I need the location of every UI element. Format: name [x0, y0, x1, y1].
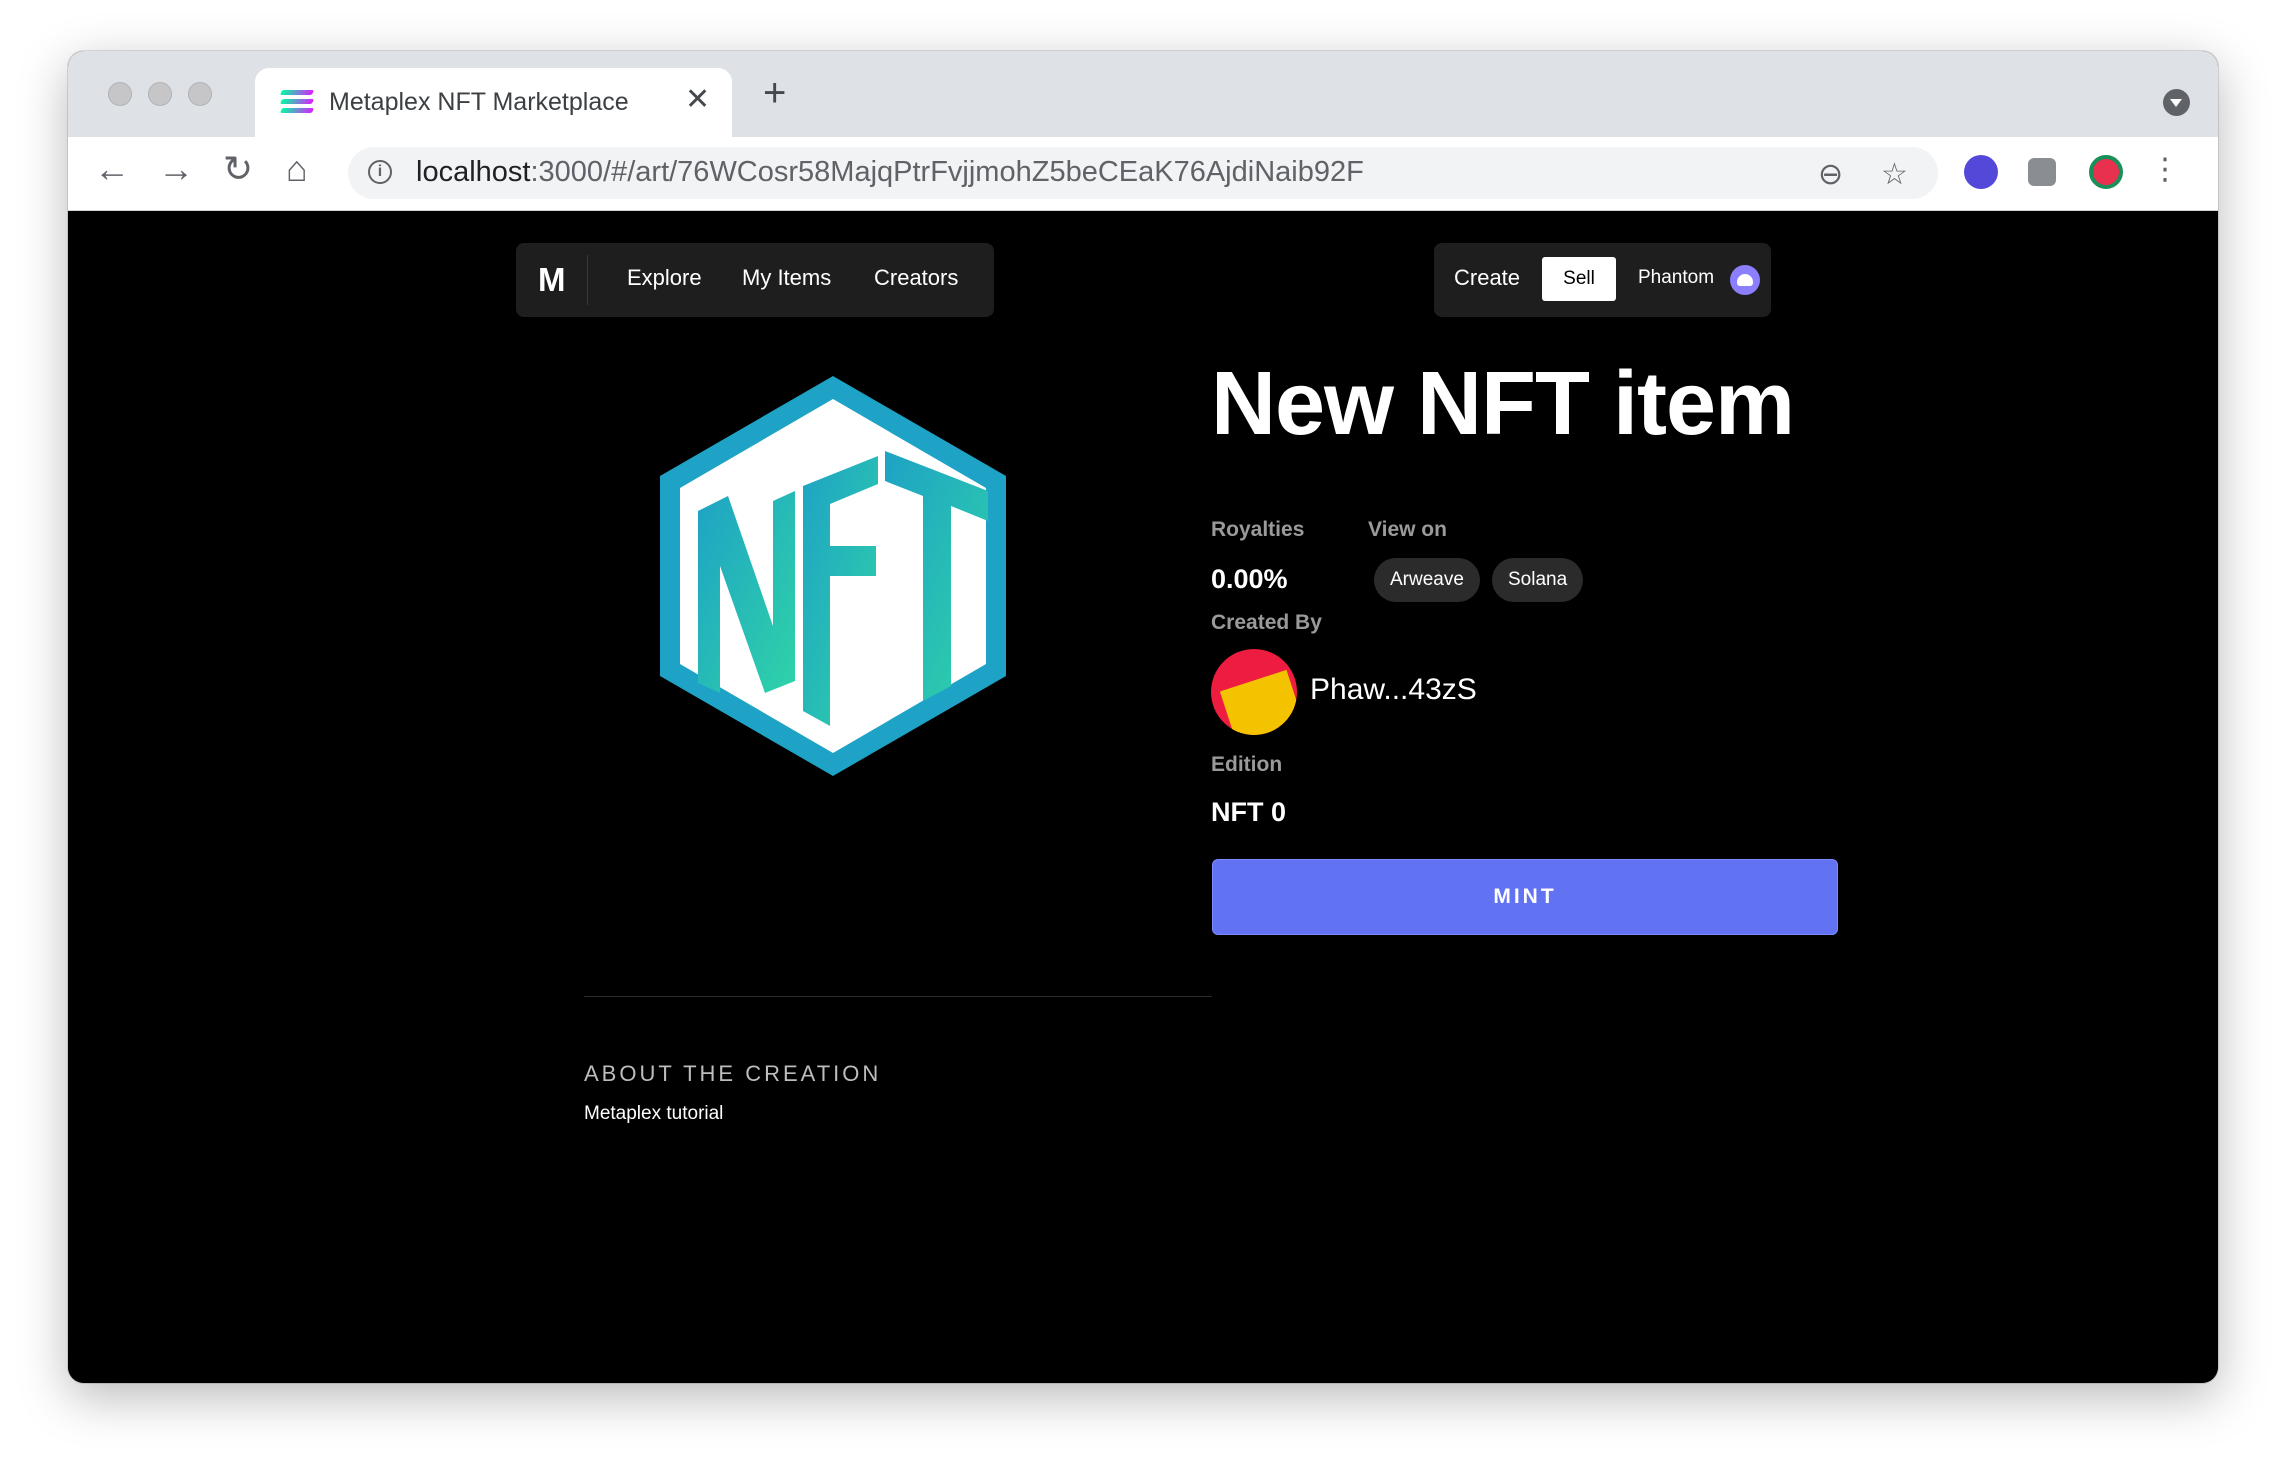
tab-strip: Metaplex NFT Marketplace ✕ +: [68, 51, 2218, 137]
create-button[interactable]: Create: [1454, 265, 1520, 291]
phantom-extension-icon[interactable]: [1964, 155, 1998, 189]
main-nav: M Explore My Items Creators: [516, 243, 994, 317]
home-button[interactable]: ⌂: [286, 151, 308, 187]
about-description: Metaplex tutorial: [584, 1103, 724, 1124]
tab-close-icon[interactable]: ✕: [685, 82, 710, 117]
address-bar[interactable]: i localhost:3000/#/art/76WCosr58MajqPtrF…: [348, 147, 1938, 199]
back-button[interactable]: ←: [94, 151, 130, 187]
solana-link[interactable]: Solana: [1492, 558, 1584, 602]
metaplex-logo[interactable]: M: [538, 261, 566, 299]
creator-address[interactable]: Phaw...43zS: [1310, 673, 1477, 707]
maximize-window-button[interactable]: [188, 82, 212, 106]
actions-nav: Create Sell Phantom: [1434, 243, 1771, 317]
reload-button[interactable]: ↻: [223, 151, 253, 187]
close-window-button[interactable]: [108, 82, 132, 106]
phantom-wallet-icon[interactable]: [1730, 265, 1760, 295]
browser-window: Metaplex NFT Marketplace ✕ + ← → ↻ ⌂ i l…: [68, 51, 2218, 1383]
nft-artwork: [660, 376, 1006, 776]
edition-value: NFT 0: [1211, 797, 1287, 827]
about-heading: ABOUT THE CREATION: [584, 1061, 882, 1086]
tab-search-icon[interactable]: [2163, 89, 2190, 116]
bookmark-star-icon[interactable]: ☆: [1881, 157, 1908, 192]
nav-my-items[interactable]: My Items: [742, 265, 831, 291]
royalties-label: Royalties: [1211, 518, 1305, 541]
nav-explore[interactable]: Explore: [627, 265, 702, 291]
section-divider: [584, 996, 1212, 997]
sell-button[interactable]: Sell: [1542, 257, 1616, 301]
tab-title: Metaplex NFT Marketplace: [329, 88, 629, 116]
url-text[interactable]: localhost:3000/#/art/76WCosr58MajqPtrFvj…: [416, 156, 1364, 189]
site-info-icon[interactable]: i: [368, 160, 392, 184]
forward-button[interactable]: →: [158, 151, 194, 187]
arweave-link[interactable]: Arweave: [1374, 558, 1480, 602]
edition-label: Edition: [1211, 753, 1283, 776]
royalties-value: 0.00%: [1211, 564, 1288, 594]
extensions-puzzle-icon[interactable]: [2028, 158, 2056, 186]
browser-toolbar: ← → ↻ ⌂ i localhost:3000/#/art/76WCosr58…: [68, 137, 2218, 211]
new-tab-button[interactable]: +: [763, 73, 786, 113]
page-content: M Explore My Items Creators Create Sell …: [68, 211, 2218, 1383]
nav-divider: [587, 255, 588, 305]
browser-menu-icon[interactable]: ⋮: [2150, 155, 2180, 185]
wallet-label[interactable]: Phantom: [1638, 267, 1714, 289]
minimize-window-button[interactable]: [148, 82, 172, 106]
solana-favicon-icon: [279, 90, 315, 116]
creator-avatar[interactable]: [1211, 649, 1297, 735]
mint-button[interactable]: MINT: [1212, 859, 1838, 935]
item-title: New NFT item: [1211, 354, 1795, 454]
view-on-label: View on: [1368, 518, 1447, 541]
browser-tab[interactable]: Metaplex NFT Marketplace ✕: [255, 68, 732, 137]
created-by-label: Created By: [1211, 611, 1322, 634]
nav-creators[interactable]: Creators: [874, 265, 958, 291]
zoom-icon[interactable]: ⊖: [1818, 157, 1843, 192]
profile-avatar[interactable]: [2089, 155, 2123, 189]
